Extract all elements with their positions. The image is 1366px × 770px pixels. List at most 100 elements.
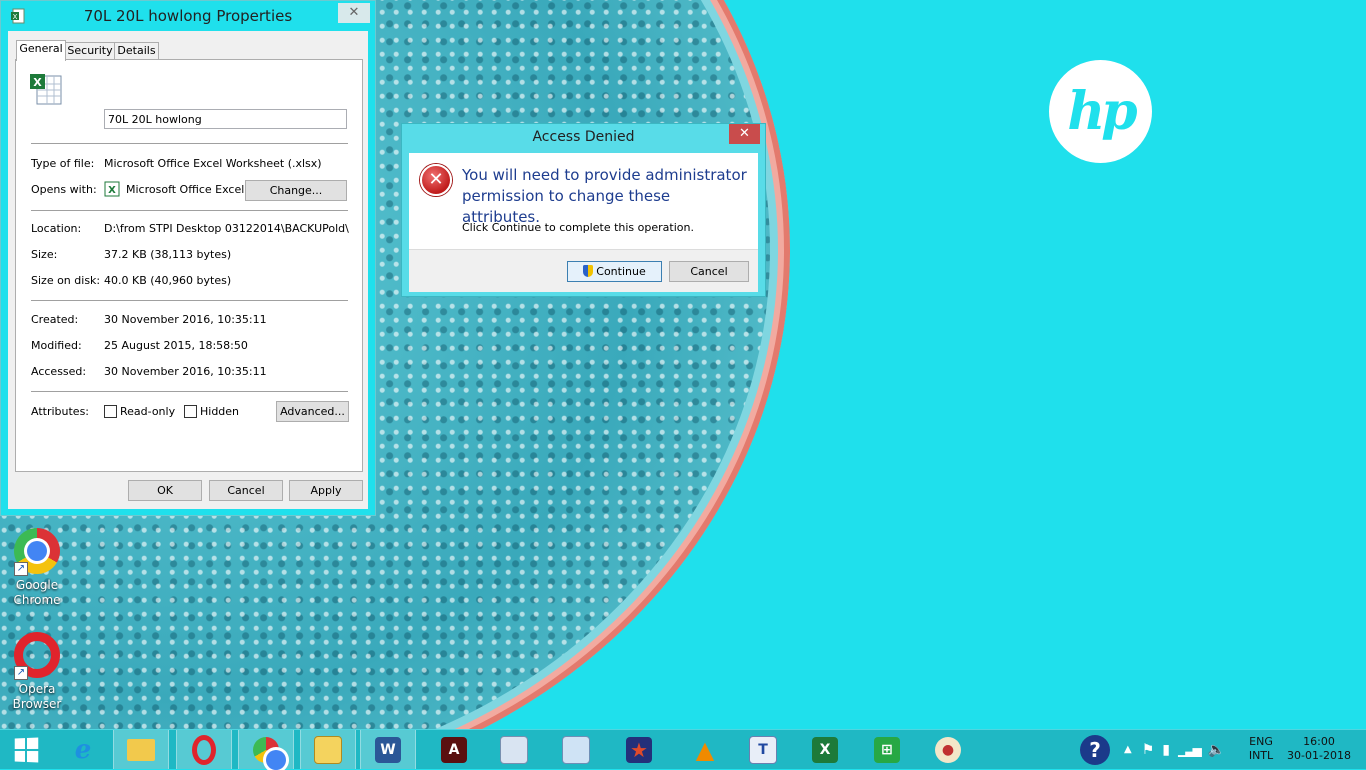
show-hidden-icons-chevron-icon[interactable]: ▲ xyxy=(1124,744,1132,755)
dialog-close-button[interactable]: ✕ xyxy=(729,124,760,144)
language-line2: INTL xyxy=(1248,749,1274,762)
volume-icon[interactable]: 🔈 xyxy=(1208,742,1225,758)
main-instruction: You will need to provide administrator p… xyxy=(462,166,747,226)
taskbar-star-app[interactable]: ★ xyxy=(611,730,667,769)
opens-with-value: Microsoft Office Excel xyxy=(126,183,245,196)
windows-logo-icon xyxy=(14,736,39,763)
taskbar-vlc[interactable]: ▲ xyxy=(677,730,733,769)
continue-button-label: Continue xyxy=(596,265,646,278)
error-icon: ✕ xyxy=(420,164,452,196)
advanced-button[interactable]: Advanced... xyxy=(276,401,349,422)
outlook-envelope-icon xyxy=(314,735,342,764)
hidden-label[interactable]: Hidden xyxy=(200,405,239,418)
separator xyxy=(31,143,348,144)
taskbar-excel[interactable]: X xyxy=(797,730,853,769)
desktop-icon-label-line1: Google xyxy=(15,578,59,592)
clock-time: 16:00 xyxy=(1303,735,1335,748)
properties-close-button[interactable]: ✕ xyxy=(338,3,370,23)
language-indicator[interactable]: ENG INTL xyxy=(1244,735,1278,763)
taskbar-paint[interactable]: ● xyxy=(920,730,976,769)
created-label: Created: xyxy=(31,313,79,326)
type-of-file-value: Microsoft Office Excel Worksheet (.xlsx) xyxy=(104,157,322,170)
size-value: 37.2 KB (38,113 bytes) xyxy=(104,248,232,261)
excel-icon: X xyxy=(812,736,838,763)
taskbar-outlook[interactable] xyxy=(300,730,356,769)
taskbar-file-explorer[interactable] xyxy=(113,730,169,769)
separator xyxy=(31,391,348,392)
dialog-footer: Continue Cancel xyxy=(409,249,758,292)
network-icon xyxy=(562,735,590,764)
change-button[interactable]: Change... xyxy=(245,180,347,201)
excel-app-icon: X xyxy=(104,181,120,197)
vlc-cone-icon: ▲ xyxy=(695,735,715,764)
taskbar-word[interactable]: W xyxy=(360,730,416,769)
store-icon: ⊞ xyxy=(874,736,900,763)
taskbar-store[interactable]: ⊞ xyxy=(859,730,915,769)
access-denied-dialog: Access Denied ✕ ✕ You will need to provi… xyxy=(401,123,766,297)
ok-button[interactable]: OK xyxy=(128,480,202,501)
desktop-icon-label-line2: Chrome xyxy=(13,593,61,607)
paint-palette-icon: ● xyxy=(935,736,961,763)
taskbar-network[interactable] xyxy=(548,730,604,769)
accessed-label: Accessed: xyxy=(31,365,87,378)
attributes-label: Attributes: xyxy=(31,405,90,418)
file-name-input[interactable]: 70L 20L howlong xyxy=(104,109,347,129)
cancel-button[interactable]: Cancel xyxy=(209,480,283,501)
acrobat-icon: A xyxy=(441,736,467,763)
taskbar-calculator[interactable] xyxy=(486,730,542,769)
readonly-label[interactable]: Read-only xyxy=(120,405,175,418)
power-icon[interactable]: ▮ xyxy=(1162,742,1170,758)
size-on-disk-label: Size on disk: xyxy=(31,274,101,287)
apply-button[interactable]: Apply xyxy=(289,480,363,501)
help-icon[interactable]: ? xyxy=(1080,734,1110,765)
taskbar-chrome[interactable] xyxy=(238,730,294,770)
taskbar-opera[interactable] xyxy=(176,730,232,769)
star-icon: ★ xyxy=(626,736,652,763)
language-line1: ENG xyxy=(1249,735,1273,748)
general-tab-page: X 70L 20L howlong Type of file: Microsof… xyxy=(15,59,363,472)
dialog-title: Access Denied xyxy=(532,129,635,145)
properties-titlebar[interactable]: X 70L 20L howlong Properties ✕ xyxy=(1,1,375,31)
hp-logo: hp xyxy=(1049,60,1152,163)
separator xyxy=(31,300,348,301)
desktop-icon-label-line1: Opera xyxy=(18,682,56,696)
properties-body: General Security Details X 70L 20L howlo… xyxy=(8,31,368,509)
chrome-icon xyxy=(253,736,286,770)
desktop-icon-google-chrome[interactable]: ↗ Google Chrome xyxy=(0,528,74,608)
taskbar-acrobat[interactable]: A xyxy=(426,730,482,769)
internet-explorer-icon: e xyxy=(74,734,92,765)
chrome-icon: ↗ xyxy=(14,528,60,576)
typing-tutor-icon: T xyxy=(749,735,777,764)
taskbar-typing-tutor[interactable]: T xyxy=(735,730,791,769)
modified-value: 25 August 2015, 18:58:50 xyxy=(104,339,248,352)
opera-icon: ↗ xyxy=(14,632,60,680)
readonly-checkbox[interactable] xyxy=(104,405,117,418)
separator xyxy=(31,210,348,211)
created-value: 30 November 2016, 10:35:11 xyxy=(104,313,267,326)
uac-shield-icon xyxy=(583,265,594,277)
dialog-content: ✕ You will need to provide administrator… xyxy=(409,153,758,249)
shortcut-arrow-icon: ↗ xyxy=(14,666,28,680)
dialog-cancel-button[interactable]: Cancel xyxy=(669,261,749,282)
clock[interactable]: 16:00 30-01-2018 xyxy=(1284,735,1354,763)
svg-text:X: X xyxy=(108,185,116,196)
location-value[interactable]: D:\from STPI Desktop 03122014\BACKUPold\… xyxy=(104,222,350,235)
excel-file-large-icon: X xyxy=(30,74,62,105)
action-center-flag-icon[interactable]: ⚑ xyxy=(1142,742,1155,758)
taskbar-internet-explorer[interactable]: e xyxy=(55,730,111,769)
tab-general[interactable]: General xyxy=(16,40,66,61)
continue-button[interactable]: Continue xyxy=(567,261,662,282)
tab-security[interactable]: Security xyxy=(64,42,116,60)
desktop-icon-opera-browser[interactable]: ↗ Opera Browser xyxy=(0,632,74,712)
opens-with-label: Opens with: xyxy=(31,183,97,196)
start-button[interactable] xyxy=(0,730,52,769)
svg-text:X: X xyxy=(33,76,42,89)
tab-details[interactable]: Details xyxy=(114,42,159,60)
size-on-disk-value: 40.0 KB (40,960 bytes) xyxy=(104,274,232,287)
hidden-checkbox[interactable] xyxy=(184,405,197,418)
size-label: Size: xyxy=(31,248,58,261)
accessed-value: 30 November 2016, 10:35:11 xyxy=(104,365,267,378)
properties-window: X 70L 20L howlong Properties ✕ General S… xyxy=(0,0,376,516)
network-signal-icon[interactable]: ▁▃▅ xyxy=(1178,743,1202,757)
shortcut-arrow-icon: ↗ xyxy=(14,562,28,576)
